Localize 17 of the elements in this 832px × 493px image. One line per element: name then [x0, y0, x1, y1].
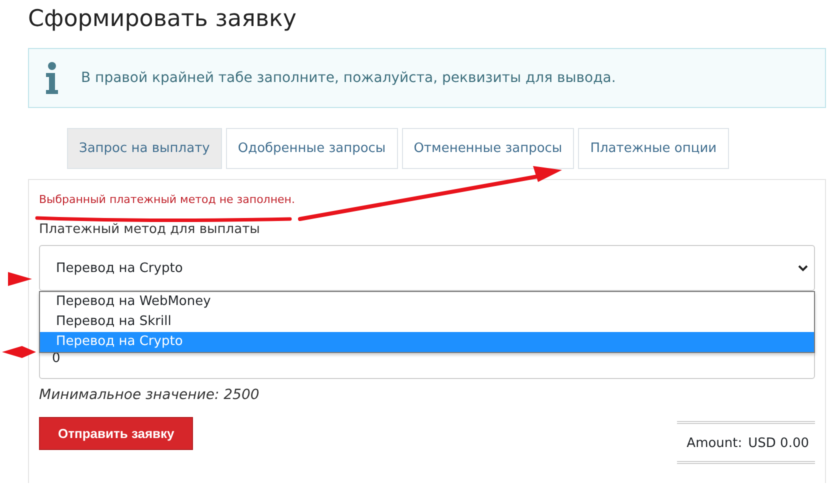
dropdown-option[interactable]: Перевод на Crypto [40, 332, 814, 352]
tab[interactable]: Отмененные запросы [402, 128, 574, 169]
dropdown-option[interactable]: Перевод на Skrill [40, 312, 814, 332]
submit-button[interactable]: Отправить заявку [39, 417, 194, 450]
method-select[interactable]: Перевод на Crypto [39, 245, 815, 291]
tab[interactable]: Запрос на выплату [67, 128, 222, 169]
amount-summary: Amount: USD 0.00 [676, 421, 815, 464]
info-icon [45, 62, 59, 94]
page-title: Сформировать заявку [28, 6, 296, 32]
hint-text: Минимальное значение: 2500 [39, 387, 260, 403]
field-label: Платежный метод для выплаты [39, 222, 260, 237]
tab[interactable]: Платежные опции [578, 128, 729, 169]
tab[interactable]: Одобренные запросы [226, 128, 398, 169]
chevron-icon [798, 264, 808, 272]
alert-text: В правой крайней табе заполните, пожалуйста, реквизиты для вывода. [81, 70, 616, 86]
dropdown-option[interactable]: Перевод на WebMoney [40, 292, 814, 312]
error-message: Выбранный платежный метод не заполнен. [39, 193, 295, 206]
